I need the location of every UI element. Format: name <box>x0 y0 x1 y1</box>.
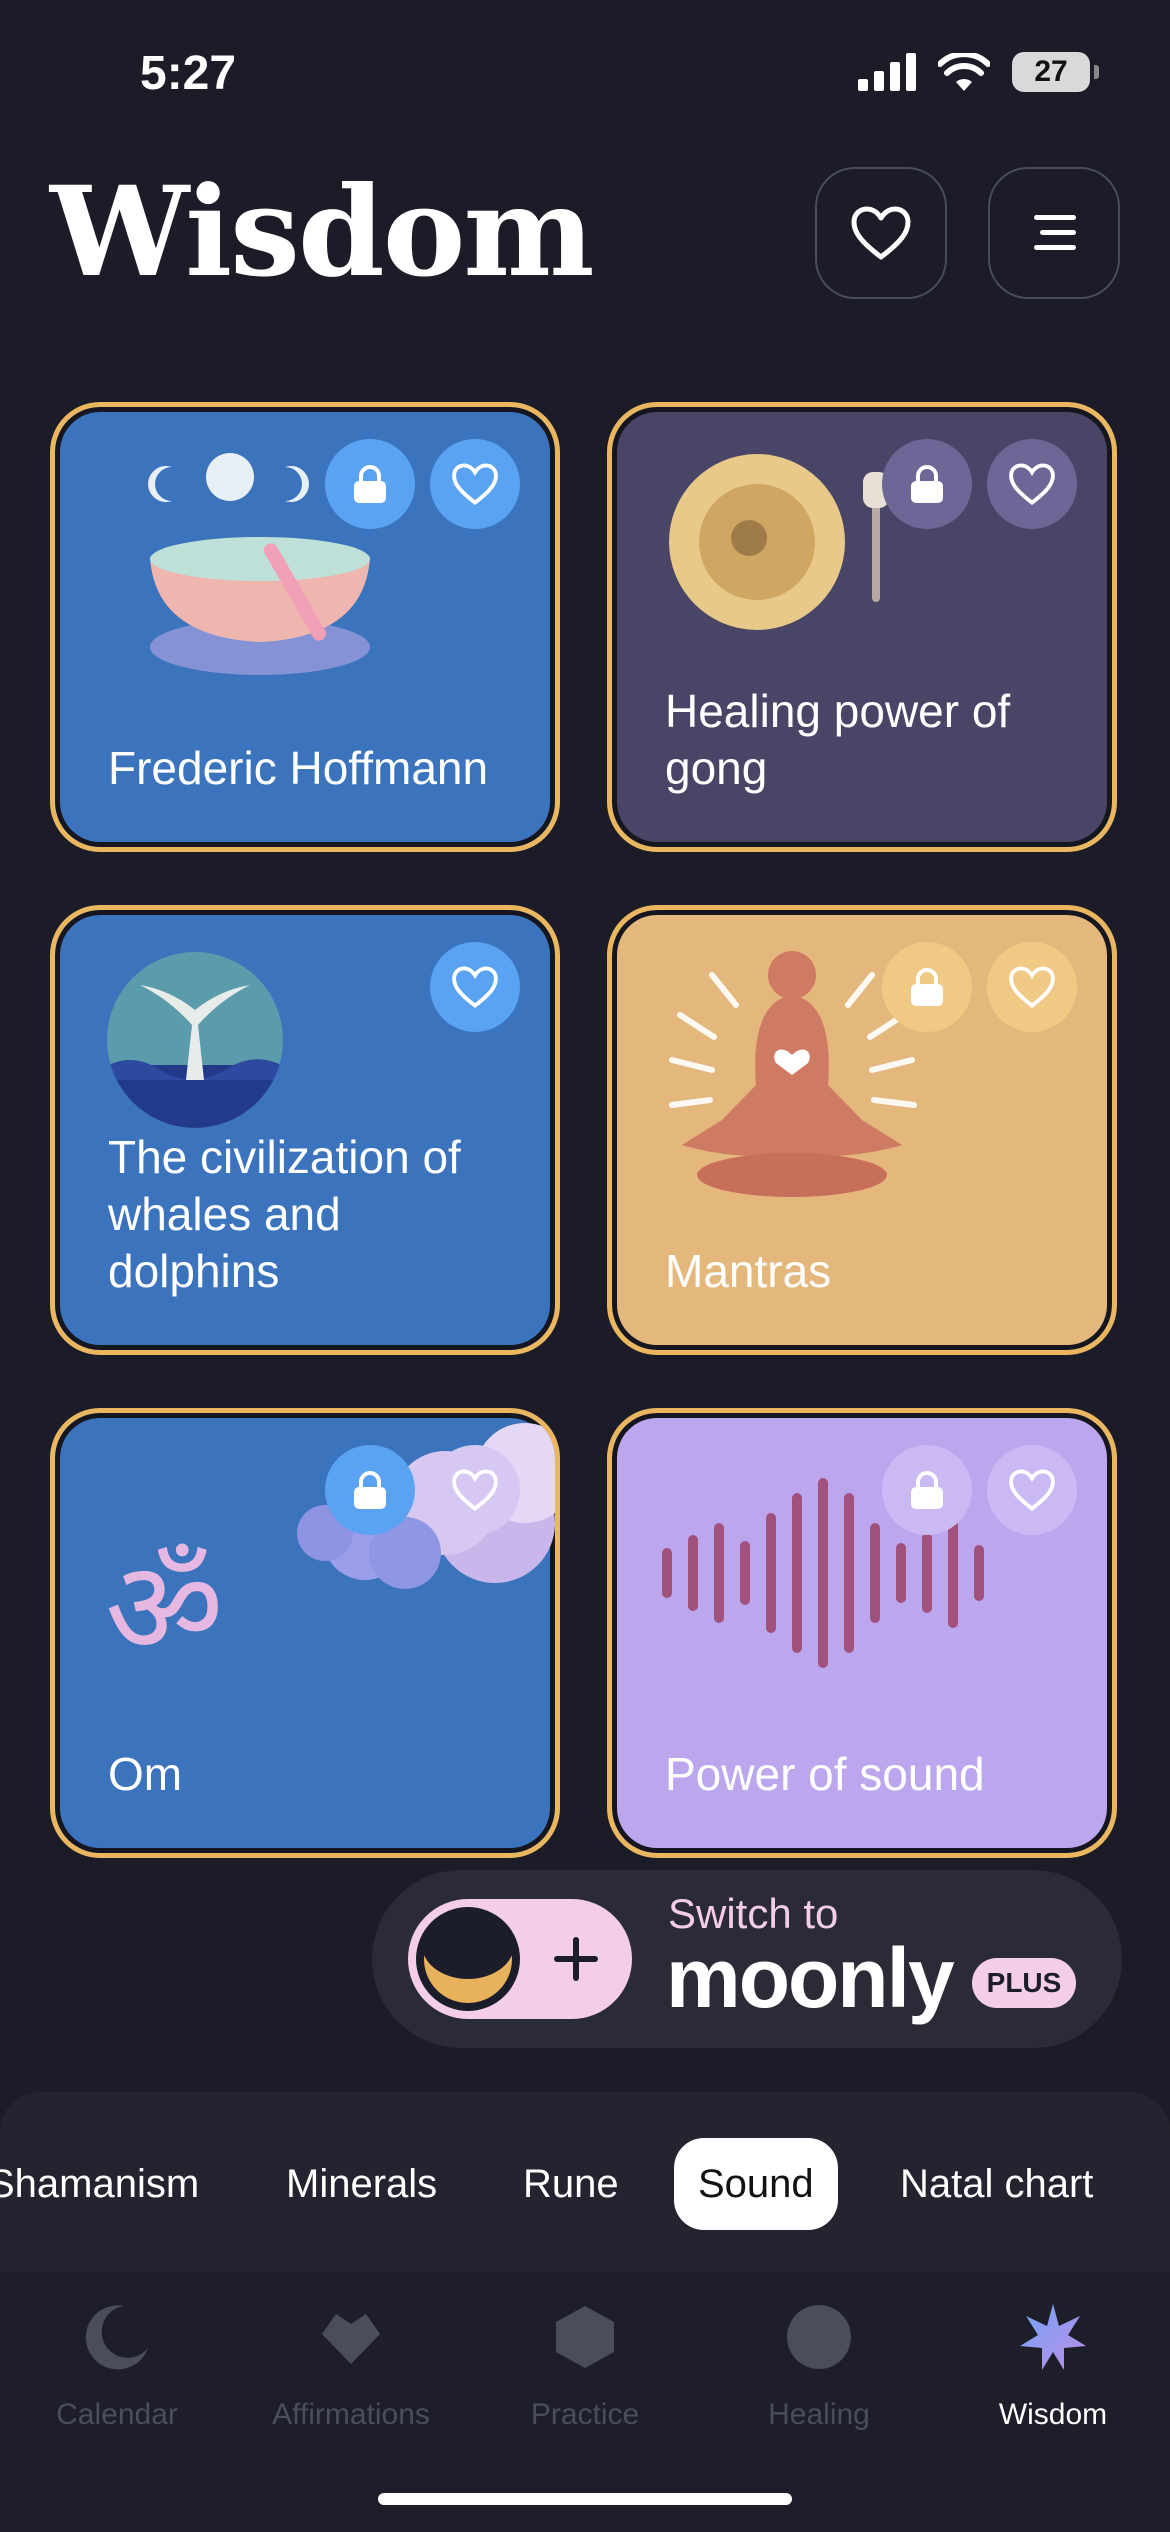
plus-badge: PLUS <box>972 1958 1076 2008</box>
favorite-button[interactable] <box>987 1445 1077 1535</box>
home-indicator <box>378 2493 792 2505</box>
card-whales-and-dolphins[interactable]: The civilization of whales and dolphins <box>50 905 560 1355</box>
heart-icon <box>851 206 911 260</box>
page-title: Wisdom <box>50 160 595 305</box>
tab-wisdom[interactable]: Wisdom <box>936 2302 1170 2452</box>
card-om[interactable]: ॐ Om <box>50 1408 560 1858</box>
card-title: Power of sound <box>665 1748 985 1800</box>
hexagon-icon <box>556 2306 614 2368</box>
lock-badge <box>325 439 415 529</box>
status-icons: 27 <box>858 52 1099 92</box>
favorite-button[interactable] <box>430 1445 520 1535</box>
tab-practice[interactable]: Practice <box>468 2302 702 2452</box>
om-symbol: ॐ <box>105 1532 224 1684</box>
card-mantras[interactable]: Mantras <box>607 905 1117 1355</box>
category-rune[interactable]: Rune <box>523 2138 619 2230</box>
tab-label: Affirmations <box>272 2398 430 2431</box>
category-sound[interactable]: Sound <box>674 2138 838 2230</box>
moonly-logo: moonly <box>666 1931 955 2025</box>
status-time: 5:27 <box>140 47 237 100</box>
sparkle-icon <box>554 1937 598 1981</box>
wifi-icon <box>938 53 990 91</box>
heart-icon <box>452 966 498 1009</box>
moon-icon <box>85 2305 148 2370</box>
card-title: Om <box>108 1748 183 1800</box>
lock-badge <box>882 942 972 1032</box>
lock-icon <box>911 465 943 503</box>
category-shamanism[interactable]: Shamanism <box>0 2138 199 2230</box>
card-title: Mantras <box>665 1245 832 1297</box>
category-minerals[interactable]: Minerals <box>286 2138 437 2230</box>
lock-icon <box>911 1471 943 1509</box>
heart-icon <box>1009 463 1055 506</box>
moonly-plus-promo[interactable]: Switch to moonly PLUS <box>372 1870 1122 2048</box>
favorite-button[interactable] <box>987 942 1077 1032</box>
card-frederic-hoffmann[interactable]: Frederic Hoffmann <box>50 402 560 852</box>
category-bar: Shamanism Minerals Rune Sound Natal char… <box>0 2092 1170 2272</box>
star-icon <box>1020 2304 1086 2370</box>
heart-icon <box>452 1469 498 1512</box>
tab-healing[interactable]: Healing <box>702 2302 936 2452</box>
tab-label: Calendar <box>56 2398 178 2431</box>
category-natal-chart[interactable]: Natal chart <box>900 2138 1093 2230</box>
card-title: Frederic Hoffmann <box>108 742 489 794</box>
favorite-button[interactable] <box>430 439 520 529</box>
lock-badge <box>882 1445 972 1535</box>
heart-icon <box>1009 1469 1055 1512</box>
promo-toggle <box>408 1899 632 2019</box>
status-bar: 5:27 27 <box>0 0 1170 150</box>
favorites-button[interactable] <box>815 167 947 299</box>
heart-icon <box>1009 966 1055 1009</box>
heart-icon <box>452 463 498 506</box>
lock-icon <box>354 465 386 503</box>
circle-icon <box>787 2305 851 2369</box>
favorite-button[interactable] <box>430 942 520 1032</box>
heart-icon <box>322 2314 380 2364</box>
card-power-of-sound[interactable]: Power of sound <box>607 1408 1117 1858</box>
favorite-button[interactable] <box>987 439 1077 529</box>
moon-icon <box>416 1907 520 2011</box>
menu-button[interactable] <box>988 167 1120 299</box>
signal-icon <box>858 53 916 91</box>
gong-illustration <box>669 454 889 630</box>
menu-icon <box>1034 215 1076 250</box>
tab-label: Practice <box>530 2398 640 2431</box>
tab-label: Wisdom <box>998 2398 1108 2431</box>
lock-icon <box>354 1471 386 1509</box>
card-title: Healing power of gong <box>665 685 1011 794</box>
lock-icon <box>911 968 943 1006</box>
card-title: The civilization of whales and dolphins <box>108 1131 461 1297</box>
whale-tail-illustration <box>107 952 283 1128</box>
lock-badge <box>882 439 972 529</box>
tab-calendar[interactable]: Calendar <box>0 2302 234 2452</box>
tab-label: Healing <box>768 2398 870 2431</box>
tab-affirmations[interactable]: Affirmations <box>234 2302 468 2452</box>
card-healing-power-of-gong[interactable]: Healing power of gong <box>607 402 1117 852</box>
lock-badge <box>325 1445 415 1535</box>
battery-indicator: 27 <box>1012 52 1099 92</box>
